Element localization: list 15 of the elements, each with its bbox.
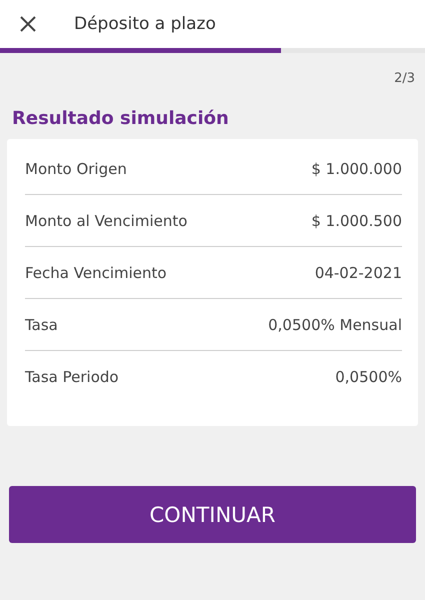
row-label: Monto al Vencimiento <box>25 212 188 230</box>
row-label: Fecha Vencimiento <box>25 264 167 282</box>
row-value: 04-02-2021 <box>314 264 402 282</box>
row-value: $ 1.000.000 <box>311 160 402 178</box>
close-icon[interactable] <box>20 16 36 32</box>
step-counter: 2/3 <box>394 71 415 86</box>
row-value: 0,0500% <box>335 368 402 386</box>
row-label: Monto Origen <box>25 160 127 178</box>
row-label: Tasa Periodo <box>25 368 119 386</box>
row-value: 0,0500% Mensual <box>268 316 402 334</box>
row-value: $ 1.000.500 <box>311 212 402 230</box>
section-title: Resultado simulación <box>12 108 230 129</box>
continue-button[interactable]: CONTINUAR <box>9 486 416 543</box>
page-title: Déposito a plazo <box>74 14 216 34</box>
row-label: Tasa <box>25 316 58 334</box>
